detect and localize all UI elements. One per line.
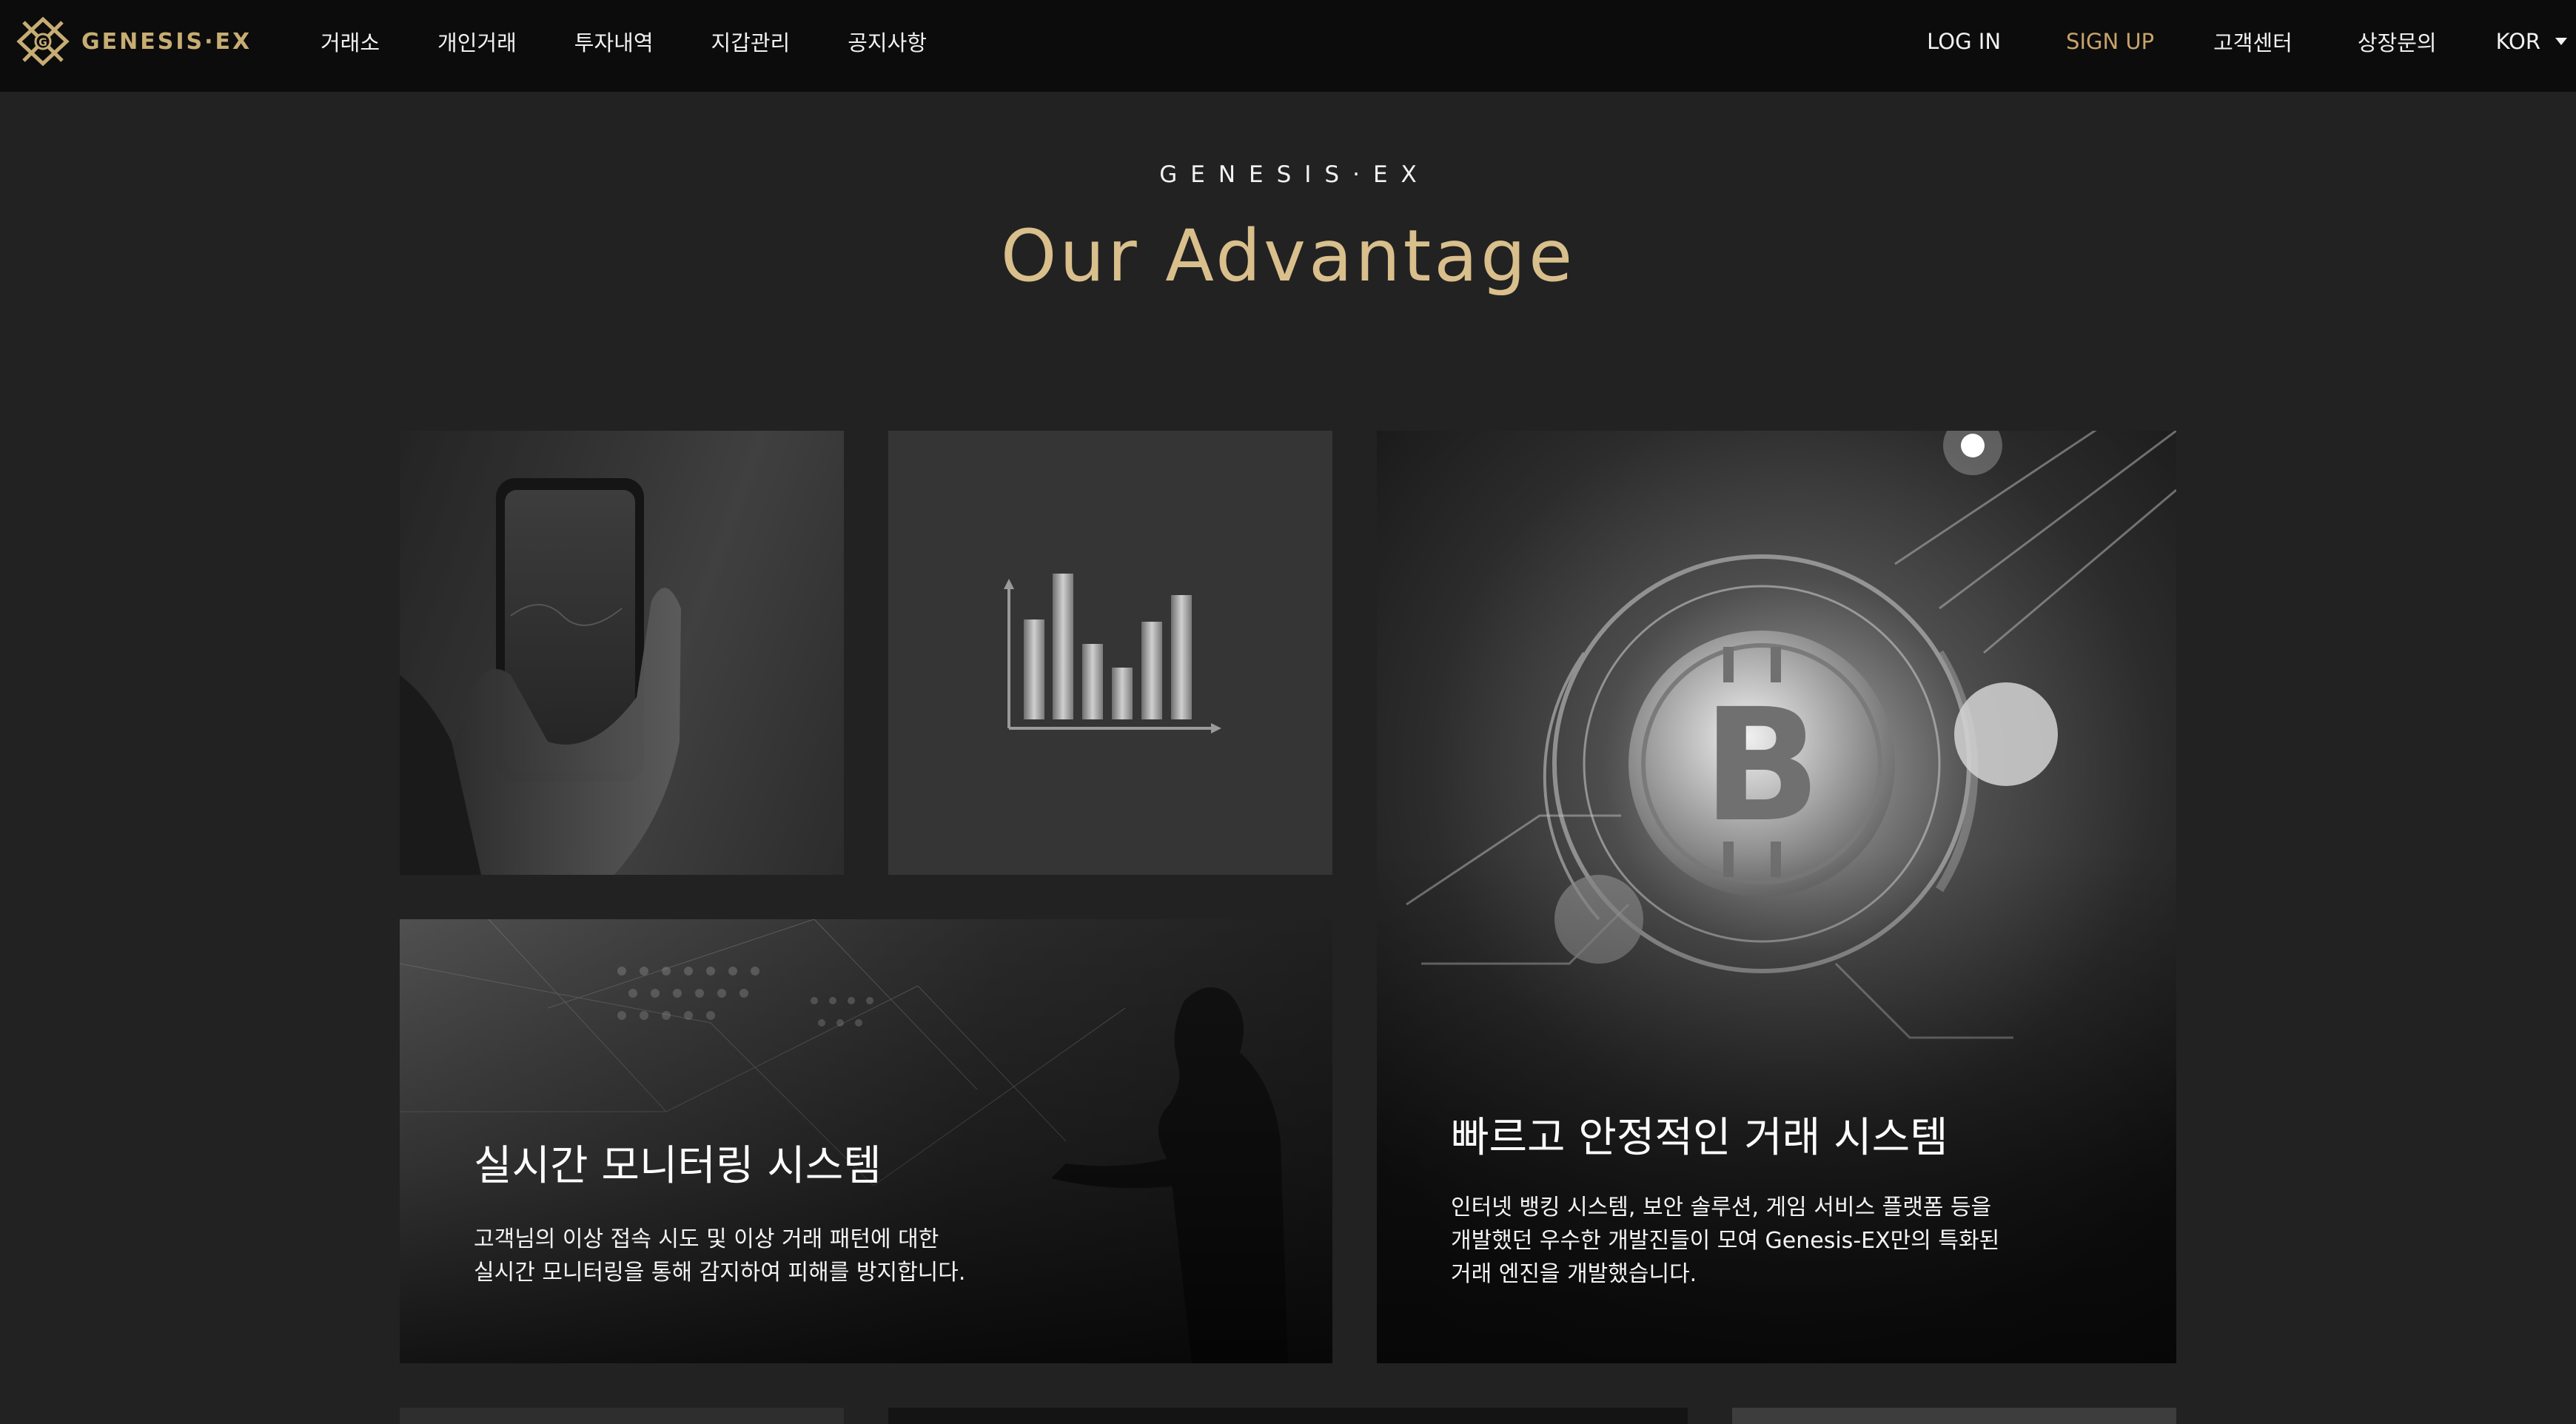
main-menu: 거래소 개인거래 투자내역 지갑관리 공지사항: [321, 0, 985, 83]
monitoring-card[interactable]: 실시간 모니터링 시스템 고객님의 이상 접속 시도 및 이상 거래 패턴에 대…: [400, 919, 1332, 1363]
phone-image-tile: [400, 431, 844, 875]
section-eyebrow: GENESIS·EX: [1159, 161, 1430, 188]
brand-name: GENESIS·EX: [81, 28, 252, 55]
trading-desc-line-1: 인터넷 뱅킹 시스템, 보안 솔루션, 게임 서비스 플랫폼 등을: [1451, 1195, 1992, 1220]
trading-system-description: 인터넷 뱅킹 시스템, 보안 솔루션, 게임 서비스 플랫폼 등을 개발했던 우…: [1451, 1191, 1999, 1291]
top-navigation-bar: G GENESIS·EX 거래소 개인거래 투자내역 지갑관리 공지사항 LOG…: [0, 0, 2576, 92]
svg-text:G: G: [38, 37, 47, 49]
account-menu: LOG IN SIGN UP 고객센터 상장문의 KOR: [1862, 0, 2576, 83]
customer-center-link[interactable]: 고객센터: [2213, 26, 2292, 57]
chart-icon-tile: [888, 431, 1332, 875]
nav-notice[interactable]: 공지사항: [848, 26, 927, 57]
bottom-tile-2: [888, 1408, 1688, 1424]
monitoring-title: 실시간 모니터링 시스템: [474, 1142, 882, 1190]
caret-down-icon: [2555, 38, 2567, 45]
trading-system-card[interactable]: B 빠르고 안정적인 거래 시스템 인터넷 뱅킹 시스템, 보안 솔루션, 게임…: [1377, 431, 2176, 1363]
genesis-diamond-logo-icon: G: [16, 16, 70, 67]
bottom-tile-3: [1732, 1408, 2176, 1424]
section-title: Our Advantage: [1000, 215, 1576, 298]
nav-investment-history[interactable]: 투자내역: [574, 26, 654, 57]
listing-inquiry-link[interactable]: 상장문의: [2358, 26, 2437, 57]
monitoring-desc-line-2: 실시간 모니터링을 통해 감지하여 피해를 방지합니다.: [474, 1260, 966, 1286]
phone-in-hand-image: [400, 431, 844, 875]
nav-exchange[interactable]: 거래소: [321, 26, 380, 57]
trading-desc-line-2: 개발했던 우수한 개발진들이 모여 Genesis-EX만의 특화된: [1451, 1228, 2000, 1254]
signup-link[interactable]: SIGN UP: [2066, 29, 2154, 54]
nav-wallet[interactable]: 지갑관리: [711, 26, 791, 57]
monitoring-description: 고객님의 이상 접속 시도 및 이상 거래 패턴에 대한 실시간 모니터링을 통…: [474, 1223, 965, 1289]
login-link[interactable]: LOG IN: [1927, 29, 2001, 54]
trading-system-title: 빠르고 안정적인 거래 시스템: [1451, 1114, 1948, 1162]
trading-desc-line-3: 거래 엔진을 개발했습니다.: [1451, 1261, 1697, 1287]
language-selector[interactable]: KOR: [2496, 29, 2567, 54]
bottom-tile-1: [400, 1408, 844, 1424]
monitoring-desc-line-1: 고객님의 이상 접속 시도 및 이상 거래 패턴에 대한: [474, 1226, 939, 1252]
nav-p2p-trade[interactable]: 개인거래: [437, 26, 517, 57]
language-label: KOR: [2495, 29, 2540, 54]
bar-chart-icon: [1004, 574, 1221, 733]
brand-logo[interactable]: G GENESIS·EX: [16, 16, 252, 67]
